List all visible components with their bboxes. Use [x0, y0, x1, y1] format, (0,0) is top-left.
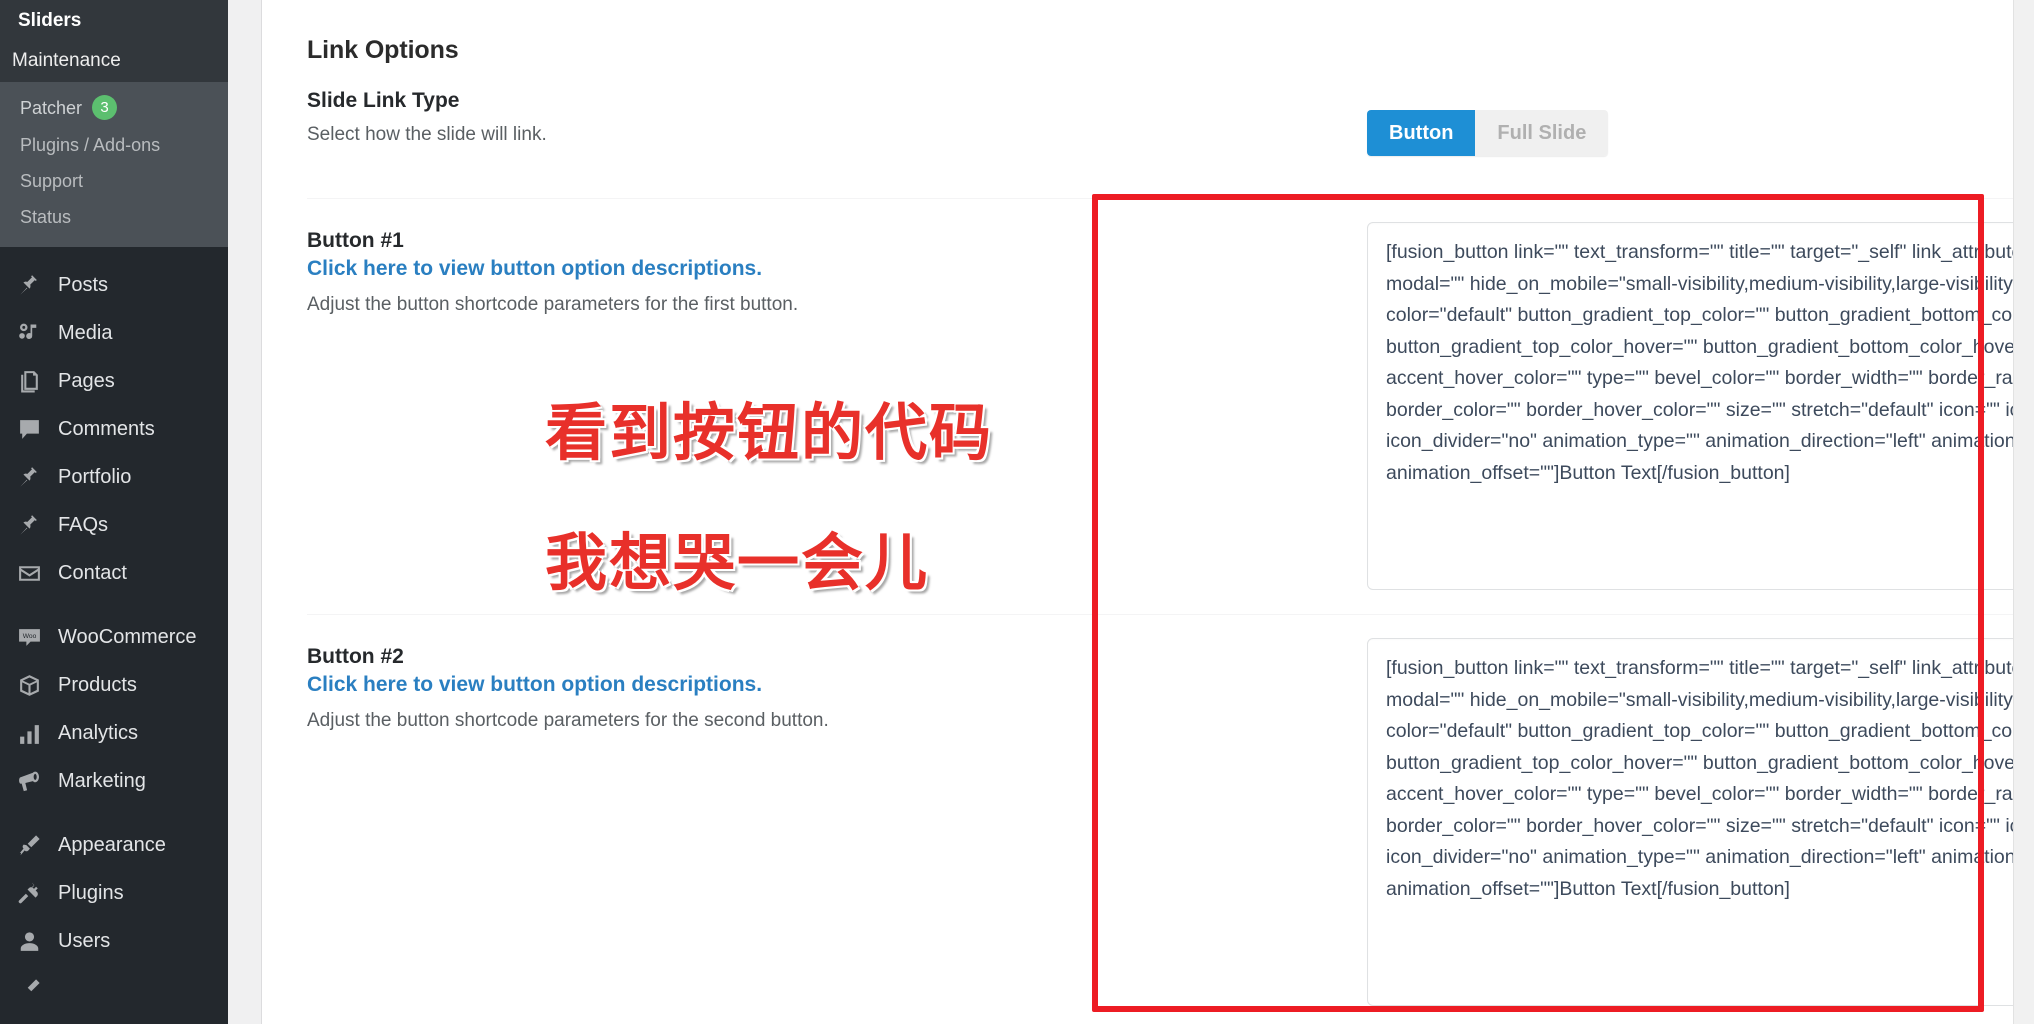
sidebar-item-label: Marketing: [58, 770, 146, 792]
plug-icon: [16, 880, 42, 906]
sidebar-item-faqs[interactable]: FAQs: [0, 501, 228, 549]
sidebar-item-portfolio[interactable]: Portfolio: [0, 453, 228, 501]
sidebar-menu-title: Sliders: [18, 10, 82, 31]
sidebar-item-label: Pages: [58, 370, 115, 392]
pin-icon: [16, 464, 42, 490]
paintbrush-icon: [16, 832, 42, 858]
admin-sidebar: Sliders Maintenance Patcher 3 Plugins / …: [0, 0, 228, 1024]
sidebar-subitem-label: Status: [20, 207, 72, 227]
button-2-shortcode-textarea[interactable]: [fusion_button link="" text_transform=""…: [1367, 638, 2034, 1006]
sidebar-item-label: Media: [58, 322, 113, 344]
pin-icon: [16, 272, 42, 298]
patcher-count-badge: 3: [92, 95, 118, 120]
sidebar-item-label: Analytics: [58, 722, 139, 744]
field-label: Slide Link Type: [307, 89, 460, 112]
sidebar-item-label: Comments: [58, 418, 155, 440]
media-icon: [16, 320, 42, 346]
sidebar-item-label: Appearance: [58, 834, 166, 856]
comment-icon: [16, 416, 42, 442]
sidebar-subitem-status[interactable]: Status: [0, 199, 228, 235]
tab-full-slide[interactable]: Full Slide: [1475, 110, 1609, 156]
sidebar-item-plugins[interactable]: Plugins: [0, 869, 228, 917]
sidebar-item-label: Plugins: [58, 882, 124, 904]
sidebar-item-users[interactable]: Users: [0, 917, 228, 965]
sidebar-submenu: Patcher 3 Plugins / Add-ons Support Stat…: [0, 82, 228, 247]
sidebar-separator: [0, 597, 228, 613]
button-1-shortcode-textarea[interactable]: [fusion_button link="" text_transform=""…: [1367, 222, 2034, 590]
box-icon: [16, 672, 42, 698]
sidebar-subitem-patcher[interactable]: Patcher 3: [0, 88, 228, 127]
sidebar-current-menu-header: Sliders Maintenance: [0, 0, 228, 82]
sidebar-item-label: FAQs: [58, 514, 109, 536]
sidebar-item-media[interactable]: Media: [0, 309, 228, 357]
sidebar-item-woocommerce[interactable]: Woo WooCommerce: [0, 613, 228, 661]
main-content: Link Options Slide Link Type Select how …: [263, 0, 2034, 1024]
tab-button[interactable]: Button: [1367, 110, 1476, 156]
sidebar-item-partial[interactable]: [0, 965, 228, 1013]
sidebar-subitem-support[interactable]: Support: [0, 163, 228, 199]
sidebar-item-comments[interactable]: Comments: [0, 405, 228, 453]
sidebar-item-label: Products: [58, 674, 137, 696]
woocommerce-icon: Woo: [16, 624, 42, 650]
sidebar-main-menu: Posts Media Pages Comments Portfolio FAQ: [0, 247, 228, 1013]
sidebar-subitem-label: Support: [20, 171, 84, 191]
sidebar-item-appearance[interactable]: Appearance: [0, 821, 228, 869]
section-divider: [307, 614, 2034, 615]
sidebar-item-label: Portfolio: [58, 466, 132, 488]
sidebar-item-posts[interactable]: Posts: [0, 261, 228, 309]
pin-icon: [16, 512, 42, 538]
slide-link-type-toggle-group[interactable]: Button Full Slide: [1367, 110, 1609, 156]
sidebar-item-contact[interactable]: Contact: [0, 549, 228, 597]
sidebar-content-gutter: [228, 0, 262, 1024]
sidebar-subitem-label: Plugins / Add-ons: [20, 135, 161, 155]
sidebar-subitem-label: Patcher: [20, 97, 83, 118]
sidebar-item-analytics[interactable]: Analytics: [0, 709, 228, 757]
svg-text:Woo: Woo: [22, 633, 36, 640]
sidebar-item-marketing[interactable]: Marketing: [0, 757, 228, 805]
sidebar-separator: [0, 805, 228, 821]
tools-icon: [16, 976, 42, 1002]
section-divider: [307, 198, 2034, 199]
sidebar-item-products[interactable]: Products: [0, 661, 228, 709]
annotation-overlay-line-2: 我想哭一会儿: [545, 526, 930, 599]
sidebar-subitem-plugins-addons[interactable]: Plugins / Add-ons: [0, 127, 228, 163]
pages-icon: [16, 368, 42, 394]
sidebar-item-label: Contact: [58, 562, 127, 584]
sidebar-item-label: Posts: [58, 274, 109, 296]
megaphone-icon: [16, 768, 42, 794]
envelope-icon: [16, 560, 42, 586]
user-icon: [16, 928, 42, 954]
sidebar-item-maintenance[interactable]: Maintenance: [0, 44, 228, 82]
sidebar-item-label: Users: [58, 930, 111, 952]
app-screen: Sliders Maintenance Patcher 3 Plugins / …: [0, 0, 2034, 1024]
page-title: Link Options: [307, 36, 459, 64]
field-row-slide-link-type: Slide Link Type Select how the slide wil…: [307, 88, 1997, 148]
field-description: Select how the slide will link.: [307, 124, 547, 145]
sidebar-item-label: WooCommerce: [58, 626, 197, 648]
annotation-overlay-line-1: 看到按钮的代码: [545, 396, 994, 469]
bar-chart-icon: [16, 720, 42, 746]
sidebar-item-pages[interactable]: Pages: [0, 357, 228, 405]
page-scrollbar-track[interactable]: [2013, 0, 2034, 1024]
